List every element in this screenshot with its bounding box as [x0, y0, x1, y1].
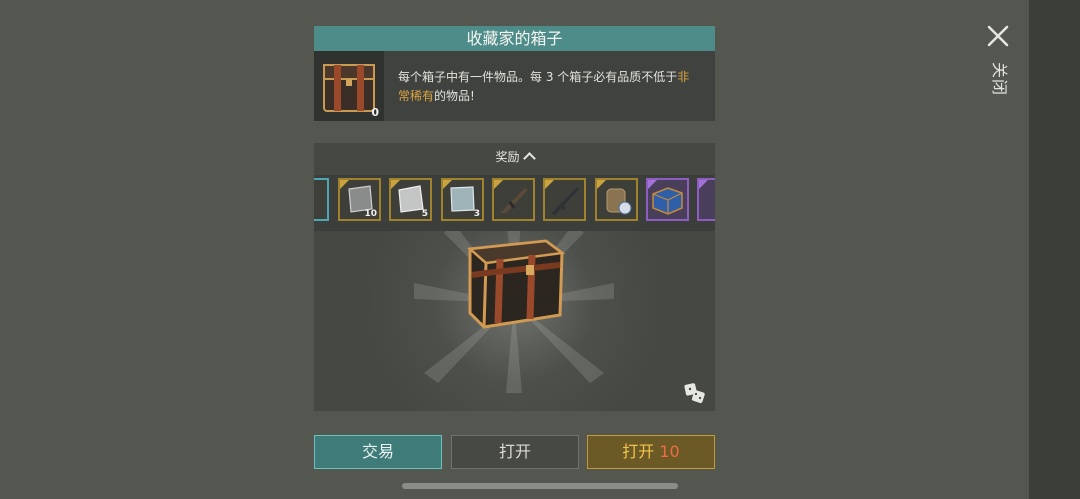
rarity-corner: [699, 180, 708, 189]
reward-slot-assault-rifle[interactable]: [492, 178, 535, 221]
reward-slot-rifle[interactable]: [543, 178, 586, 221]
chest-thumbnail: 0: [314, 51, 384, 121]
open-ten-label: 打开: [622, 442, 655, 461]
chest-image: [467, 239, 566, 329]
box-title: 收藏家的箱子: [314, 26, 715, 51]
rewards-toggle[interactable]: 奖励: [314, 148, 715, 165]
rarity-corner: [494, 180, 503, 189]
reward-slot-metal-plate[interactable]: 10: [338, 178, 381, 221]
item-count: 5: [421, 209, 428, 219]
close-button[interactable]: 关闭: [975, 20, 1019, 110]
box-description: 每个箱子中有一件物品。每 3 个箱子必有品质不低于非常稀有的物品!: [398, 68, 698, 106]
open-ten-count: 10: [659, 442, 680, 461]
box-info-panel: 0 每个箱子中有一件物品。每 3 个箱子必有品质不低于非常稀有的物品!: [314, 51, 715, 121]
reward-slot-backpack[interactable]: [595, 178, 638, 221]
reward-slot-blue-crate[interactable]: [646, 178, 689, 221]
rarity-corner: [340, 180, 349, 189]
right-side-strip: [1029, 0, 1080, 499]
chevron-up-icon: [522, 152, 536, 165]
rarity-corner: [597, 180, 606, 189]
close-icon: [987, 25, 1009, 47]
reward-slot-steel-plate[interactable]: 5: [389, 178, 432, 221]
box-count: 0: [371, 106, 379, 119]
rarity-corner: [545, 180, 554, 189]
item-count: 3: [473, 209, 480, 219]
home-indicator[interactable]: [402, 483, 678, 489]
rewards-strip[interactable]: 10 5 3: [314, 175, 715, 231]
rarity-corner: [391, 180, 400, 189]
description-text-end: 的物品!: [434, 89, 475, 103]
close-label: 关闭: [990, 62, 1009, 97]
reward-slot-partial[interactable]: [314, 178, 329, 221]
rewards-title: 奖励: [495, 150, 520, 164]
description-text: 每个箱子中有一件物品。每 3 个箱子必有品质不低于: [398, 70, 678, 84]
rewards-panel: 奖励 10 5 3: [314, 143, 715, 411]
rarity-corner: [443, 180, 452, 189]
open-button[interactable]: 打开: [451, 435, 579, 469]
dice-icon: [684, 383, 705, 404]
item-count: 10: [364, 209, 377, 219]
reward-slot-titanium-plate[interactable]: 3: [441, 178, 484, 221]
open-ten-button[interactable]: 打开 10: [587, 435, 715, 469]
trade-button[interactable]: 交易: [314, 435, 442, 469]
rarity-corner: [648, 180, 657, 189]
reward-slot-partial-purple[interactable]: [697, 178, 715, 221]
